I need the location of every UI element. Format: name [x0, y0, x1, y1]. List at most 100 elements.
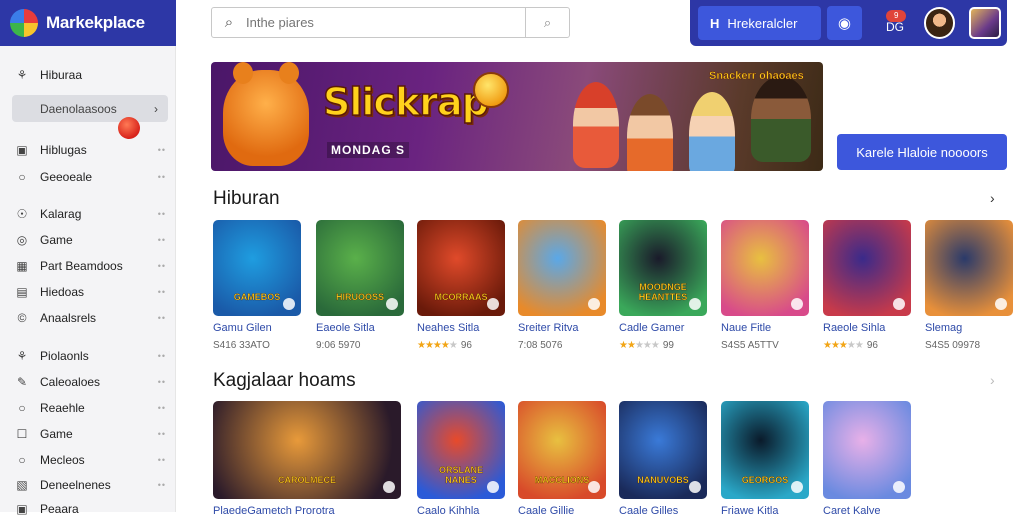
game-thumbnail[interactable] — [721, 220, 809, 316]
brand-header: Markekplace — [0, 0, 176, 46]
game-meta: ★★★★★ 96 — [417, 340, 505, 351]
game-thumbnail[interactable]: NANUVOBS — [619, 401, 707, 499]
secondary-avatar[interactable] — [969, 7, 1001, 39]
game-title[interactable]: Caale Gilles — [619, 505, 707, 517]
search-button[interactable]: ⌕ — [525, 8, 569, 37]
sidebar-item-label: Hiburaa — [40, 68, 83, 82]
game-title[interactable]: Slemag — [925, 322, 1013, 334]
game-card[interactable]: Naue Fitle S4S5 A5TTV — [721, 220, 809, 351]
more-dots-icon[interactable]: •• — [158, 377, 166, 387]
game-logo-text: GEORGOS — [741, 475, 789, 485]
primary-header-button[interactable]: H Hrekeralcler — [698, 6, 821, 40]
game-card[interactable]: Caret Kalve — [823, 401, 911, 517]
game-title[interactable]: Caalo Kihhla — [417, 505, 505, 517]
game-title[interactable]: Gamu Gilen — [213, 322, 301, 334]
sidebar-item-2[interactable]: ○ Geeoeale •• — [14, 167, 166, 187]
game-thumbnail[interactable]: HIRUOOSS — [316, 220, 404, 316]
more-dots-icon[interactable]: •• — [158, 480, 166, 490]
game-thumbnail[interactable] — [823, 220, 911, 316]
more-dots-icon[interactable]: •• — [158, 351, 166, 361]
game-meta-text: S416 33ATO — [213, 340, 270, 351]
sidebar-item-10[interactable]: ○ Reaehle •• — [14, 398, 166, 418]
game-thumbnail[interactable] — [925, 220, 1013, 316]
more-dots-icon[interactable]: •• — [158, 235, 166, 245]
sidebar-item-11[interactable]: ☐ Game •• — [14, 424, 166, 444]
sidebar-item-7[interactable]: © Anaalsrels •• — [14, 308, 166, 328]
bear-mascot-image — [223, 62, 309, 166]
game-card[interactable]: MOODNGE HEANTTES Cadle Gamer ★★★★★ 99 — [619, 220, 707, 351]
game-title[interactable]: Cadle Gamer — [619, 322, 707, 334]
game-thumbnail[interactable]: ORSLANE NANES — [417, 401, 505, 499]
more-dots-icon[interactable]: •• — [158, 287, 166, 297]
sidebar-item-3[interactable]: ☉ Kalarag •• — [14, 204, 166, 224]
search-input[interactable] — [246, 8, 525, 37]
game-thumbnail[interactable]: GAMEBOS — [213, 220, 301, 316]
chevron-right-icon[interactable]: › — [990, 190, 995, 206]
game-title[interactable]: Eaeole Sitla — [316, 322, 404, 334]
game-card[interactable]: MACCLIONS Caale Gillie — [518, 401, 606, 517]
cta-button[interactable]: Karele Hlaloie noooors — [837, 134, 1007, 170]
circle-icon: ○ — [18, 401, 26, 415]
circle-icon: ○ — [18, 170, 26, 184]
sidebar-selected-item[interactable]: Daenolaasoos › — [12, 95, 168, 139]
sidebar-item-1[interactable]: ▣ Hiblugas •• — [14, 140, 166, 160]
sidebar-item-9[interactable]: ✎ Caleoaloes •• — [14, 372, 166, 392]
user-avatar[interactable] — [923, 7, 956, 39]
more-dots-icon[interactable]: •• — [158, 145, 166, 155]
more-dots-icon[interactable]: •• — [158, 455, 166, 465]
more-dots-icon[interactable]: •• — [158, 209, 166, 219]
game-card[interactable]: ORSLANE NANES Caalo Kihhla — [417, 401, 505, 517]
game-thumbnail[interactable]: MCORRAAS — [417, 220, 505, 316]
more-dots-icon[interactable]: •• — [158, 261, 166, 271]
game-title[interactable]: Caale Gillie — [518, 505, 606, 517]
sidebar-item-12[interactable]: ○ Mecleos •• — [14, 450, 166, 470]
game-card[interactable]: NANUVOBS Caale Gilles — [619, 401, 707, 517]
game-card[interactable]: CAROLMECE PlaedeGametch Prorotra — [213, 401, 401, 517]
game-thumbnail[interactable] — [518, 220, 606, 316]
game-card[interactable]: GEORGOS Friawe Kitla — [721, 401, 809, 517]
game-card[interactable]: HIRUOOSS Eaeole Sitla 9:06 5970 — [316, 220, 404, 351]
sidebar-item-4[interactable]: ◎ Game •• — [14, 230, 166, 250]
game-title[interactable]: Caret Kalve — [823, 505, 911, 517]
notifications-button[interactable]: 9 DG — [878, 6, 912, 40]
game-logo-text: GAMEBOS — [233, 292, 281, 302]
game-thumbnail[interactable]: MOODNGE HEANTTES — [619, 220, 707, 316]
more-dots-icon[interactable]: •• — [158, 429, 166, 439]
game-title[interactable]: Friawe Kitla — [721, 505, 809, 517]
game-thumbnail[interactable]: CAROLMECE — [213, 401, 401, 499]
game-title[interactable]: Raeole Sihla — [823, 322, 911, 334]
game-card[interactable]: Sreiter Ritva 7:08 5076 — [518, 220, 606, 351]
game-logo-text: NANUVOBS — [637, 475, 689, 485]
more-dots-icon[interactable]: •• — [158, 172, 166, 182]
sidebar-item-0[interactable]: ⚘ Hiburaa — [14, 65, 166, 85]
chat-icon: ☐ — [16, 427, 28, 441]
more-dots-icon[interactable]: •• — [158, 313, 166, 323]
game-card[interactable]: GAMEBOS Gamu Gilen S416 33ATO — [213, 220, 301, 351]
sidebar-item-13[interactable]: ▧ Deneelnenes •• — [14, 475, 166, 495]
game-meta: S4S5 A5TTV — [721, 340, 809, 351]
gamepad-button[interactable]: ◉ — [826, 6, 863, 40]
badge-icon — [893, 481, 905, 493]
sidebar-item-8[interactable]: ⚘ Piolaonls •• — [14, 346, 166, 366]
search-bar[interactable]: ⌕ ⌕ — [211, 7, 570, 38]
more-dots-icon[interactable]: •• — [158, 403, 166, 413]
game-title[interactable]: PlaedeGametch Prorotra — [213, 505, 401, 517]
chevron-right-icon[interactable]: › — [990, 372, 995, 388]
game-card[interactable]: MCORRAAS Neahes Sitla ★★★★★ 96 — [417, 220, 505, 351]
game-logo-text: MOODNGE HEANTTES — [638, 282, 688, 302]
sidebar-item-14[interactable]: ▣ Peaara — [14, 499, 166, 519]
game-thumbnail[interactable]: GEORGOS — [721, 401, 809, 499]
game-title[interactable]: Sreiter Ritva — [518, 322, 606, 334]
game-thumbnail[interactable]: MACCLIONS — [518, 401, 606, 499]
game-title[interactable]: Naue Fitle — [721, 322, 809, 334]
game-thumbnail[interactable] — [823, 401, 911, 499]
hero-banner[interactable]: Slickrap MONDAG S Snackerr ohaoaes — [211, 62, 823, 171]
sidebar-item-5[interactable]: ▦ Part Beamdoos •• — [14, 256, 166, 276]
game-title[interactable]: Neahes Sitla — [417, 322, 505, 334]
game-meta-text: 9:06 5970 — [316, 340, 361, 351]
game-card[interactable]: Slemag S4S5 09978 — [925, 220, 1013, 351]
gamepad-icon: ◉ — [837, 15, 851, 32]
sidebar-item-6[interactable]: ▤ Hiedoas •• — [14, 282, 166, 302]
game-card[interactable]: Raeole Sihla ★★★★★ 96 — [823, 220, 911, 351]
banner-subtitle: MONDAG S — [327, 142, 409, 158]
